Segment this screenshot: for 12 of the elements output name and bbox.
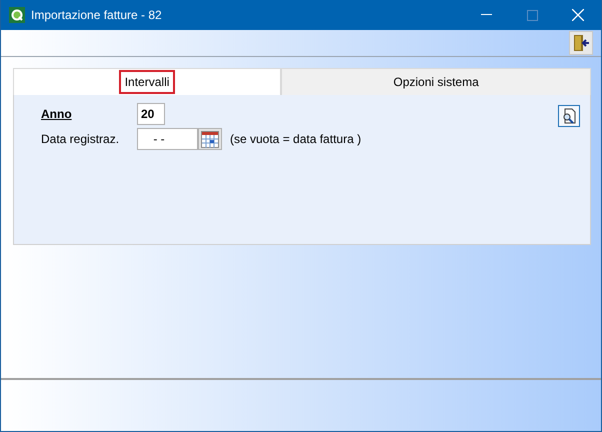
field-label: Anno bbox=[41, 107, 73, 121]
hint-text: (se vuota = data fattura ) bbox=[230, 132, 362, 146]
app-logo-icon bbox=[9, 7, 25, 23]
date-field[interactable]: - - bbox=[137, 128, 198, 150]
exit-button[interactable] bbox=[569, 31, 593, 55]
tab[interactable]: Intervalli bbox=[13, 68, 282, 95]
calendar-button[interactable] bbox=[198, 128, 222, 150]
window-title: Importazione fatture - 82 bbox=[31, 8, 162, 22]
field-label: Data registraz. bbox=[41, 132, 120, 146]
year-field[interactable]: 20 bbox=[137, 103, 165, 125]
tab[interactable]: Opzioni sistema bbox=[281, 68, 591, 95]
preview-button[interactable] bbox=[558, 105, 580, 127]
